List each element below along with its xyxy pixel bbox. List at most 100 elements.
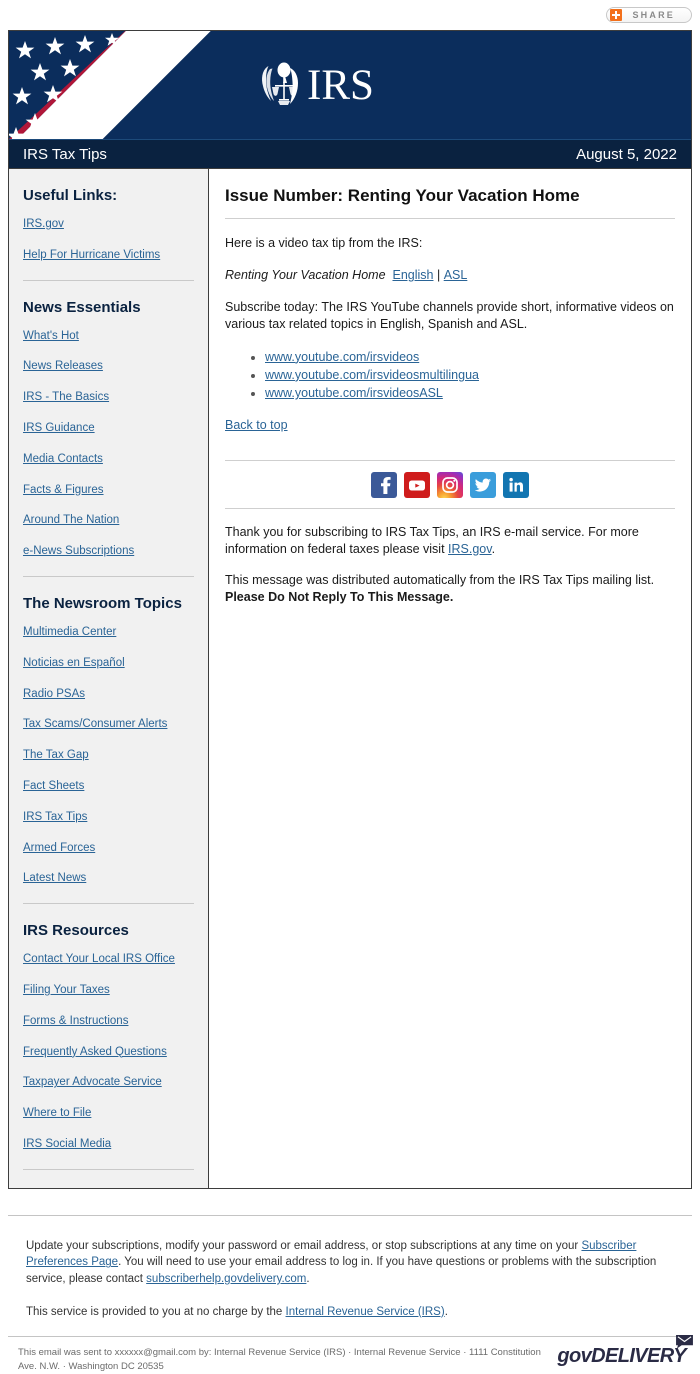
- email-body: IRS IRS Tax Tips August 5, 2022 Useful L…: [8, 30, 692, 1189]
- sidebar-heading: News Essentials: [23, 298, 141, 316]
- youtube-link-multilingua[interactable]: www.youtube.com/irsvideosmultilingua: [265, 368, 479, 382]
- subscription-paragraph: Update your subscriptions, modify your p…: [26, 1238, 674, 1288]
- page-footer: Update your subscriptions, modify your p…: [0, 1214, 700, 1321]
- sidebar-item-enews-subscriptions[interactable]: e-News Subscriptions: [23, 545, 194, 559]
- sidebar-item-multimedia-center[interactable]: Multimedia Center: [23, 626, 194, 640]
- sidebar-item-fact-sheets[interactable]: Fact Sheets: [23, 780, 194, 794]
- subscription-text-a: Update your subscriptions, modify your p…: [26, 1239, 582, 1252]
- link-separator: |: [436, 268, 441, 283]
- irs-gov-link[interactable]: IRS.gov: [448, 542, 492, 556]
- back-to-top-link[interactable]: Back to top: [225, 418, 288, 432]
- sidebar-item-irs-social-media[interactable]: IRS Social Media: [23, 1138, 194, 1152]
- distribution-paragraph: This message was distributed automatical…: [225, 572, 675, 606]
- subscribe-paragraph: Subscribe today: The IRS YouTube channel…: [225, 300, 674, 331]
- envelope-icon: [676, 1335, 693, 1349]
- facebook-icon[interactable]: [371, 472, 397, 498]
- subscription-text-c: .: [306, 1273, 310, 1286]
- sidebar-divider: [23, 1168, 194, 1170]
- video-link-asl[interactable]: ASL: [444, 268, 468, 282]
- instagram-icon[interactable]: [437, 472, 463, 498]
- us-flag-icon: [9, 31, 241, 139]
- twitter-icon[interactable]: [470, 472, 496, 498]
- thank-you-paragraph: Thank you for subscribing to IRS Tax Tip…: [225, 524, 675, 558]
- subscription-text-b: . You will need to use your email addres…: [26, 1256, 657, 1286]
- sidebar-item-facts-figures[interactable]: Facts & Figures: [23, 484, 194, 498]
- sidebar-item-the-tax-gap[interactable]: The Tax Gap: [23, 749, 194, 763]
- sender-bar: This email was sent to xxxxxx@gmail.com …: [0, 1335, 700, 1374]
- sidebar-divider: [23, 903, 194, 905]
- sidebar-item-contact-local-office[interactable]: Contact Your Local IRS Office: [23, 953, 194, 967]
- sidebar-item-irs-guidance[interactable]: IRS Guidance: [23, 422, 194, 436]
- youtube-icon[interactable]: [404, 472, 430, 498]
- sidebar-item-hurricane-victims[interactable]: Help For Hurricane Victims: [23, 249, 194, 263]
- intro-paragraph: Here is a video tax tip from the IRS:: [225, 236, 423, 251]
- video-title: Renting Your Vacation Home: [225, 268, 386, 283]
- social-divider-bottom: [225, 508, 675, 509]
- sidebar-item-taxpayer-advocate[interactable]: Taxpayer Advocate Service: [23, 1076, 194, 1090]
- do-not-reply-notice: Please Do Not Reply To This Message.: [225, 589, 454, 604]
- content-divider: [225, 218, 675, 220]
- distribution-text: This message was distributed automatical…: [225, 572, 655, 587]
- share-button-label: SHARE: [632, 10, 675, 20]
- no-charge-text-a: This service is provided to you at no ch…: [26, 1305, 286, 1318]
- list-item: www.youtube.com/irsvideos: [265, 348, 675, 366]
- internal-revenue-service-link[interactable]: Internal Revenue Service (IRS): [286, 1306, 445, 1318]
- sidebar: Useful Links: IRS.gov Help For Hurricane…: [9, 169, 209, 1188]
- linkedin-icon[interactable]: [503, 472, 529, 498]
- thanks-text-a: Thank you for subscribing to IRS Tax Tip…: [225, 525, 639, 556]
- sidebar-item-faq[interactable]: Frequently Asked Questions: [23, 1046, 194, 1060]
- sidebar-section-newsroom-topics: The Newsroom Topics Multimedia Center No…: [23, 595, 194, 886]
- youtube-link-irsvideos[interactable]: www.youtube.com/irsvideos: [265, 350, 419, 364]
- sidebar-section-useful-links: Useful Links: IRS.gov Help For Hurricane…: [23, 187, 194, 263]
- list-item: www.youtube.com/irsvideosASL: [265, 384, 675, 402]
- back-to-top-wrapper: Back to top: [225, 417, 675, 434]
- social-media-row: [225, 461, 675, 508]
- sent-to-text: This email was sent to xxxxxx@gmail.com …: [18, 1347, 541, 1373]
- irs-logo: IRS: [259, 61, 374, 109]
- sidebar-item-tax-scams-consumer-alerts[interactable]: Tax Scams/Consumer Alerts: [23, 718, 194, 732]
- irs-wordmark: IRS: [307, 61, 374, 109]
- no-charge-paragraph: This service is provided to you at no ch…: [26, 1304, 674, 1321]
- sidebar-divider: [23, 575, 194, 577]
- sidebar-section-irs-resources: IRS Resources Contact Your Local IRS Off…: [23, 922, 194, 1152]
- irs-eagle-scales-emblem: [262, 62, 298, 105]
- no-charge-text-b: .: [444, 1305, 448, 1318]
- youtube-link-asl[interactable]: www.youtube.com/irsvideosASL: [265, 386, 443, 400]
- sidebar-divider: [23, 279, 194, 281]
- publication-name: IRS Tax Tips: [23, 145, 107, 163]
- subscriber-help-link[interactable]: subscriberhelp.govdelivery.com: [146, 1273, 306, 1285]
- youtube-channel-list: www.youtube.com/irsvideos www.youtube.co…: [225, 348, 675, 402]
- govdelivery-logo: govDELIVERY: [557, 1335, 693, 1368]
- list-item: www.youtube.com/irsvideosmultilingua: [265, 366, 675, 384]
- sidebar-item-whats-hot[interactable]: What's Hot: [23, 330, 194, 344]
- thanks-text-b: .: [491, 541, 496, 556]
- sidebar-heading: IRS Resources: [23, 922, 129, 940]
- sidebar-heading: Useful Links:: [23, 187, 118, 204]
- sidebar-item-irs-gov[interactable]: IRS.gov: [23, 218, 194, 232]
- sidebar-item-latest-news[interactable]: Latest News: [23, 872, 194, 886]
- sidebar-item-noticias-en-espanol[interactable]: Noticias en Español: [23, 657, 194, 671]
- issue-title: Issue Number: Renting Your Vacation Home: [225, 186, 580, 205]
- newsletter-titlebar: IRS Tax Tips August 5, 2022: [9, 139, 691, 168]
- plus-icon: [610, 9, 623, 21]
- publication-date: August 5, 2022: [576, 145, 677, 163]
- share-button[interactable]: SHARE: [606, 7, 692, 23]
- sidebar-item-filing-your-taxes[interactable]: Filing Your Taxes: [23, 984, 194, 998]
- sidebar-item-armed-forces[interactable]: Armed Forces: [23, 842, 194, 856]
- sidebar-item-around-the-nation[interactable]: Around The Nation: [23, 514, 194, 528]
- govdelivery-wordmark: govDELIVERY: [557, 1345, 686, 1368]
- video-link-english[interactable]: English: [392, 268, 433, 282]
- sidebar-item-radio-psas[interactable]: Radio PSAs: [23, 688, 194, 702]
- sidebar-item-irs-the-basics[interactable]: IRS - The Basics: [23, 391, 194, 405]
- body-columns: Useful Links: IRS.gov Help For Hurricane…: [9, 168, 691, 1188]
- share-bar: SHARE: [0, 0, 700, 30]
- sidebar-item-media-contacts[interactable]: Media Contacts: [23, 453, 194, 467]
- sidebar-item-forms-instructions[interactable]: Forms & Instructions: [23, 1015, 194, 1029]
- video-line: Renting Your Vacation Home English | ASL: [225, 267, 675, 284]
- sidebar-heading: The Newsroom Topics: [23, 594, 182, 612]
- sidebar-item-where-to-file[interactable]: Where to File: [23, 1107, 194, 1121]
- sidebar-section-news-essentials: News Essentials What's Hot News Releases…: [23, 299, 194, 559]
- sidebar-item-irs-tax-tips[interactable]: IRS Tax Tips: [23, 811, 194, 825]
- sidebar-item-news-releases[interactable]: News Releases: [23, 360, 194, 374]
- irs-masthead: IRS: [9, 31, 691, 139]
